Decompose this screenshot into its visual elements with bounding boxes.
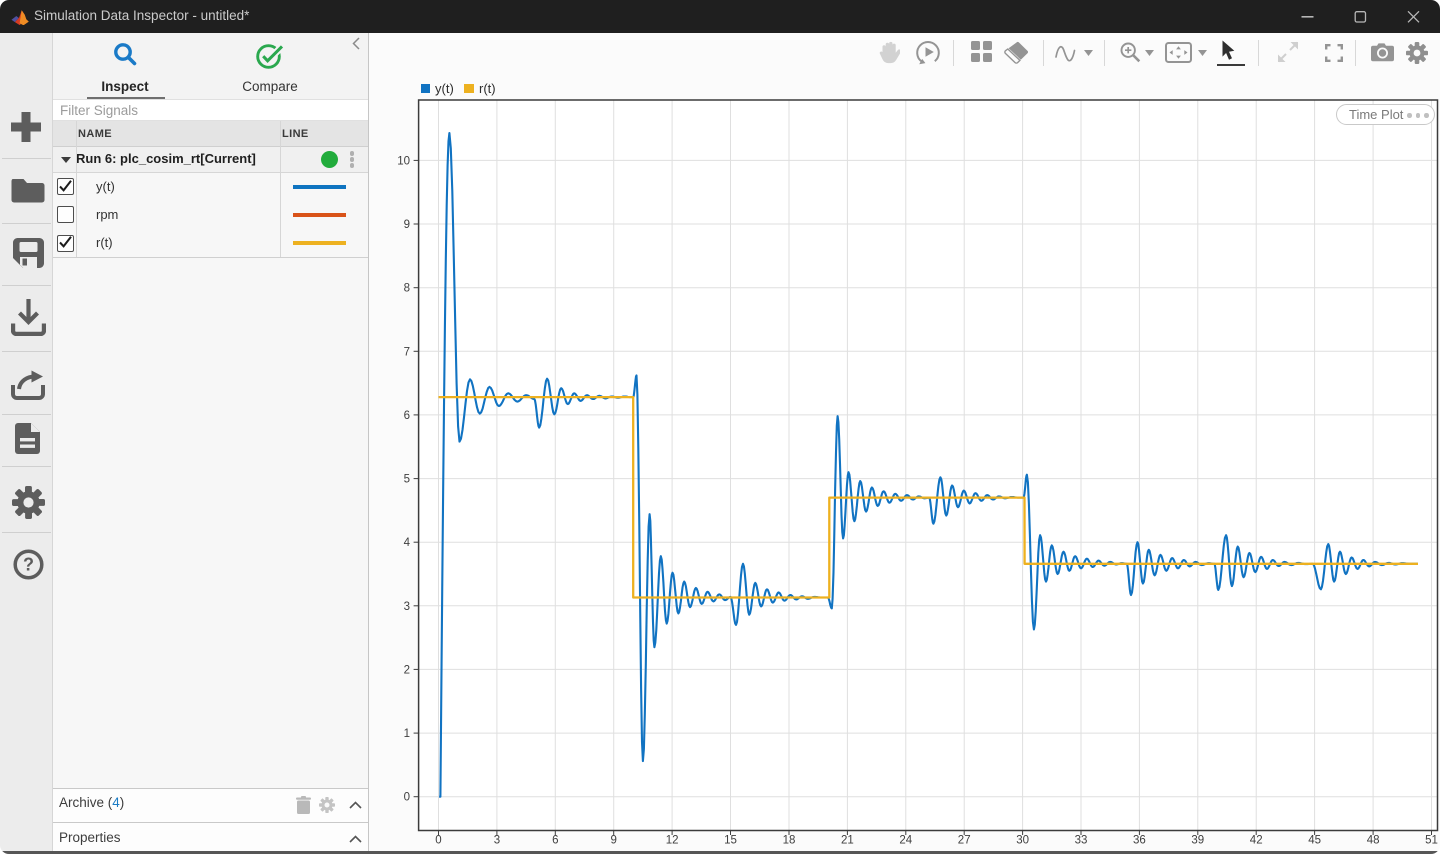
svg-text:51: 51	[1425, 835, 1438, 847]
svg-text:3: 3	[404, 601, 410, 613]
svg-text:48: 48	[1367, 835, 1380, 847]
svg-text:21: 21	[841, 835, 854, 847]
svg-text:24: 24	[899, 835, 912, 847]
svg-text:39: 39	[1191, 835, 1204, 847]
svg-text:18: 18	[783, 835, 796, 847]
svg-text:0: 0	[435, 835, 441, 847]
svg-text:27: 27	[958, 835, 971, 847]
svg-text:30: 30	[1016, 835, 1029, 847]
svg-text:12: 12	[666, 835, 679, 847]
svg-text:9: 9	[610, 835, 616, 847]
svg-text:0: 0	[404, 792, 410, 804]
svg-text:7: 7	[404, 346, 410, 358]
svg-text:45: 45	[1308, 835, 1321, 847]
svg-text:5: 5	[404, 474, 410, 486]
svg-text:3: 3	[494, 835, 500, 847]
svg-text:10: 10	[397, 155, 410, 167]
svg-text:?: ?	[23, 554, 34, 574]
svg-text:1: 1	[404, 728, 410, 740]
svg-text:36: 36	[1133, 835, 1146, 847]
svg-text:15: 15	[724, 835, 737, 847]
svg-text:2: 2	[404, 664, 410, 676]
svg-text:33: 33	[1075, 835, 1088, 847]
svg-text:6: 6	[404, 410, 410, 422]
svg-text:6: 6	[552, 835, 558, 847]
svg-text:8: 8	[404, 283, 410, 295]
svg-text:9: 9	[404, 219, 410, 231]
svg-text:4: 4	[404, 537, 411, 549]
svg-text:42: 42	[1250, 835, 1263, 847]
